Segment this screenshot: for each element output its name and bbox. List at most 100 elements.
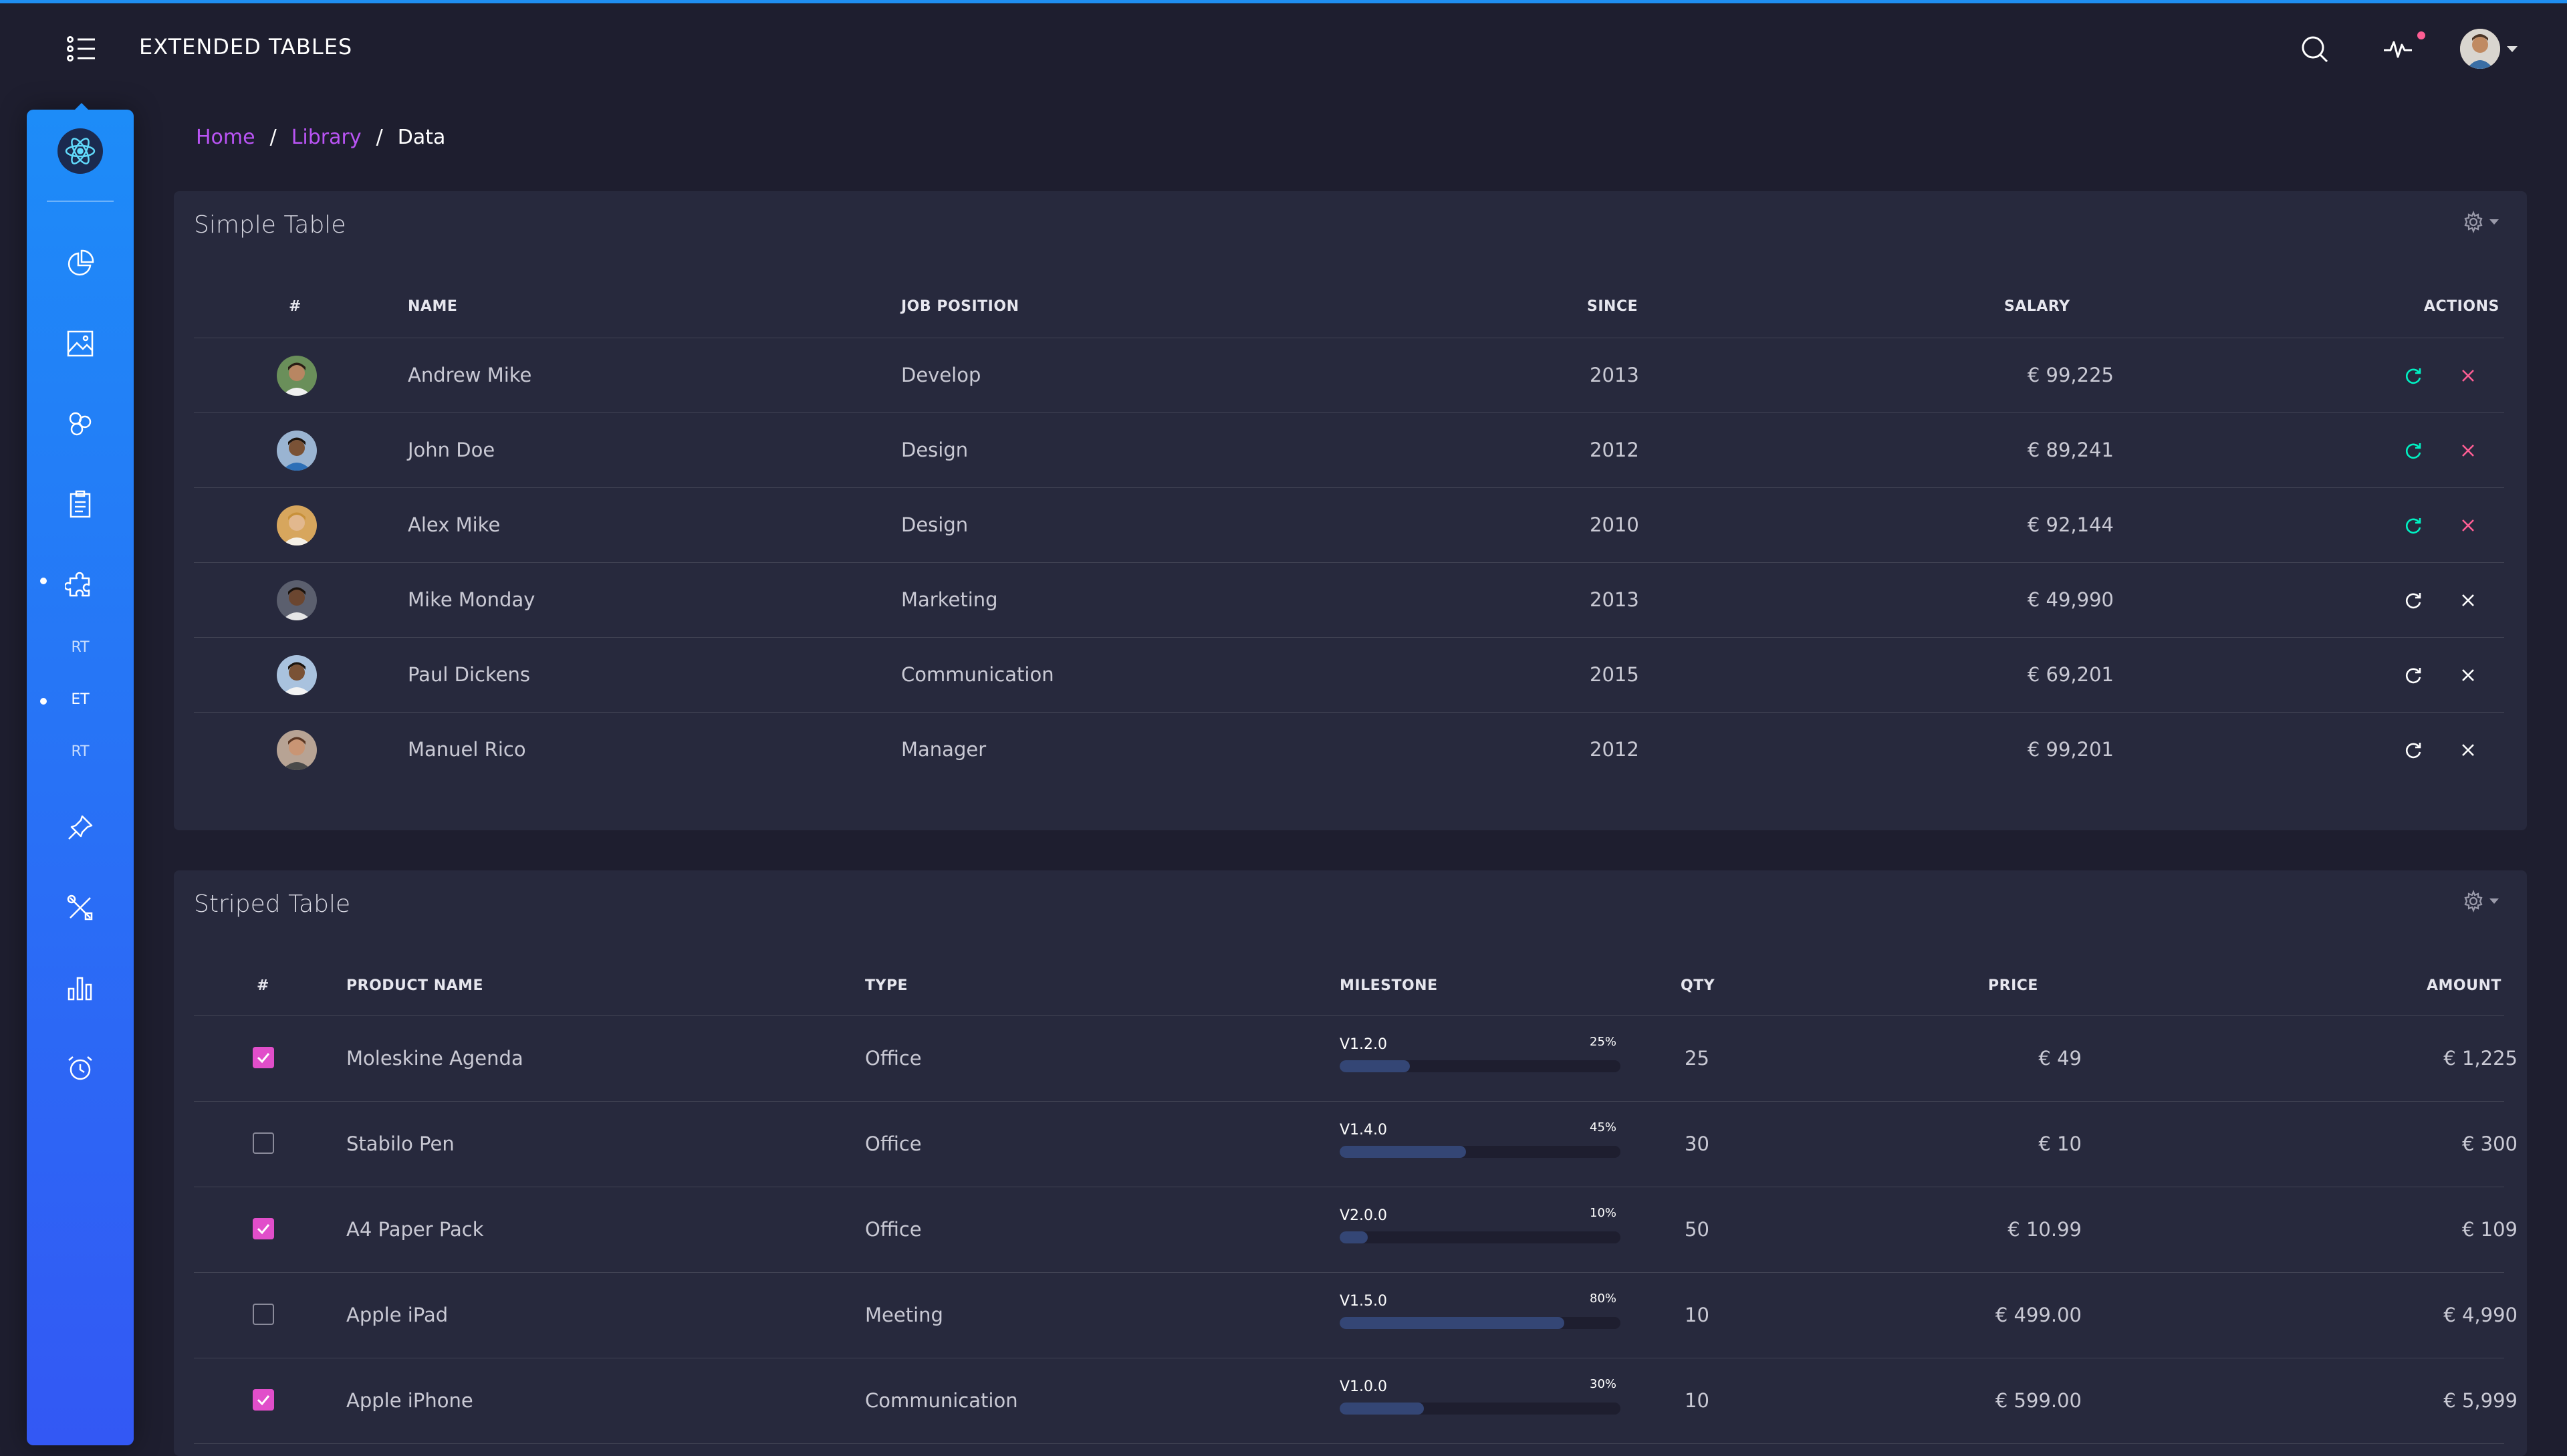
close-icon	[2462, 370, 2474, 382]
table-cell-price: € 10.99	[2007, 1218, 2082, 1241]
checkbox-checked[interactable]	[253, 1047, 274, 1068]
sidebar-item-widgets[interactable]	[60, 888, 100, 928]
avatar	[277, 655, 317, 695]
image-icon	[67, 330, 94, 357]
table-cell-salary: € 92,144	[2027, 513, 2114, 536]
table-cell-job: Design	[901, 439, 969, 461]
table-cell-amount: € 4,990	[2443, 1304, 2518, 1326]
sidebar-subitem-et[interactable]: ET	[27, 691, 134, 708]
sidebar-subitem-rt-1[interactable]: RT	[27, 639, 134, 656]
remove-button[interactable]	[2455, 737, 2481, 763]
table-cell-since: 2013	[1590, 364, 1639, 386]
sidebar-subitem-rt-2[interactable]: RT	[27, 743, 134, 760]
column-header-type: TYPE	[865, 977, 908, 994]
refresh-button[interactable]	[2400, 587, 2427, 614]
chevron-down-icon	[2489, 898, 2499, 904]
progress-bar	[1340, 1060, 1620, 1072]
bar-chart-icon	[68, 977, 92, 1001]
table-cell-name: Manuel Rico	[408, 738, 526, 761]
column-header-amount: AMOUNT	[2427, 977, 2501, 994]
table-cell-price: € 499.00	[1995, 1304, 2082, 1326]
search-icon[interactable]	[2296, 30, 2333, 68]
progress-bar	[1340, 1231, 1620, 1243]
table-cell-price: € 49	[2038, 1047, 2082, 1070]
checkbox-unchecked[interactable]	[253, 1132, 274, 1154]
sidebar-item-components[interactable]	[60, 404, 100, 444]
breadcrumb-separator: /	[269, 126, 277, 149]
progress-fill	[1340, 1060, 1410, 1072]
refresh-button[interactable]	[2400, 362, 2427, 389]
menu-list-icon[interactable]	[64, 34, 99, 64]
sidebar-item-tables[interactable]	[60, 564, 100, 604]
table-cell-type: Meeting	[865, 1304, 943, 1326]
breadcrumb-current: Data	[397, 126, 446, 149]
table-cell-since: 2010	[1590, 513, 1639, 536]
table-cell-type: Office	[865, 1218, 922, 1241]
column-header-price: PRICE	[1988, 977, 2038, 994]
sidebar-item-gallery[interactable]	[60, 324, 100, 364]
close-icon	[2462, 445, 2474, 457]
refresh-button[interactable]	[2400, 437, 2427, 464]
sidebar-item-maps[interactable]	[60, 808, 100, 848]
progress-bar	[1340, 1146, 1620, 1158]
chevron-down-icon	[2489, 219, 2499, 225]
table-cell-since: 2012	[1590, 439, 1639, 461]
avatar	[277, 431, 317, 471]
settings-dropdown[interactable]	[2461, 207, 2501, 237]
sidebar-item-charts[interactable]	[60, 968, 100, 1008]
user-avatar[interactable]	[2460, 29, 2500, 69]
remove-button[interactable]	[2455, 512, 2481, 539]
sidebar-item-calendar[interactable]	[60, 1048, 100, 1088]
refresh-icon	[2406, 743, 2421, 759]
breadcrumb-home-link[interactable]: Home	[196, 126, 255, 149]
refresh-button[interactable]	[2400, 512, 2427, 539]
sidebar-item-forms[interactable]	[60, 484, 100, 524]
page-title: EXTENDED TABLES	[139, 34, 353, 59]
row-divider	[194, 637, 2504, 638]
remove-button[interactable]	[2455, 662, 2481, 689]
milestone-version: V1.5.0	[1340, 1293, 1388, 1310]
checkbox-checked[interactable]	[253, 1218, 274, 1239]
checkbox-unchecked[interactable]	[253, 1304, 274, 1325]
milestone-percent: 80%	[1590, 1292, 1617, 1306]
remove-button[interactable]	[2455, 587, 2481, 614]
table-cell-amount: € 1,225	[2443, 1047, 2518, 1070]
checkbox-checked[interactable]	[253, 1389, 274, 1411]
table-cell-amount: € 109	[2461, 1218, 2518, 1241]
table-cell-since: 2015	[1590, 663, 1639, 686]
settings-dropdown[interactable]	[2461, 886, 2501, 916]
remove-button[interactable]	[2455, 362, 2481, 389]
table-cell-qty: 50	[1685, 1218, 1709, 1241]
react-logo-icon[interactable]	[57, 128, 103, 174]
active-indicator-dot	[40, 578, 47, 584]
table-cell-price: € 599.00	[1995, 1389, 2082, 1412]
refresh-icon	[2406, 518, 2421, 534]
chart-pie-icon	[68, 249, 94, 276]
avatar	[277, 505, 317, 545]
progress-bar	[1340, 1403, 1620, 1415]
close-icon	[2462, 669, 2474, 681]
progress-bar	[1340, 1317, 1620, 1329]
refresh-button[interactable]	[2400, 662, 2427, 689]
refresh-button[interactable]	[2400, 737, 2427, 763]
chevron-down-icon[interactable]	[2507, 46, 2518, 52]
table-cell-product: Moleskine Agenda	[346, 1047, 523, 1070]
table-cell-name: Alex Mike	[408, 513, 501, 536]
clipboard-icon	[70, 490, 91, 518]
table-cell-salary: € 99,201	[2027, 738, 2114, 761]
column-header-index: #	[289, 298, 301, 315]
milestone-percent: 10%	[1590, 1206, 1617, 1220]
breadcrumb-separator: /	[376, 126, 383, 149]
simple-table-card: Simple Table # NAME JOB POSITION SINCE S…	[174, 191, 2527, 830]
breadcrumb-library-link[interactable]: Library	[291, 126, 362, 149]
sidebar-item-dashboard[interactable]	[60, 243, 100, 283]
table-cell-name: Mike Monday	[408, 588, 535, 611]
table-cell-price: € 10	[2038, 1132, 2082, 1155]
table-cell-job: Communication	[901, 663, 1054, 686]
table-cell-product: Apple iPhone	[346, 1389, 473, 1412]
activity-icon[interactable]	[2380, 30, 2417, 68]
table-cell-salary: € 99,225	[2027, 364, 2114, 386]
refresh-icon	[2406, 668, 2421, 684]
column-header-milestone: MILESTONE	[1340, 977, 1438, 994]
remove-button[interactable]	[2455, 437, 2481, 464]
